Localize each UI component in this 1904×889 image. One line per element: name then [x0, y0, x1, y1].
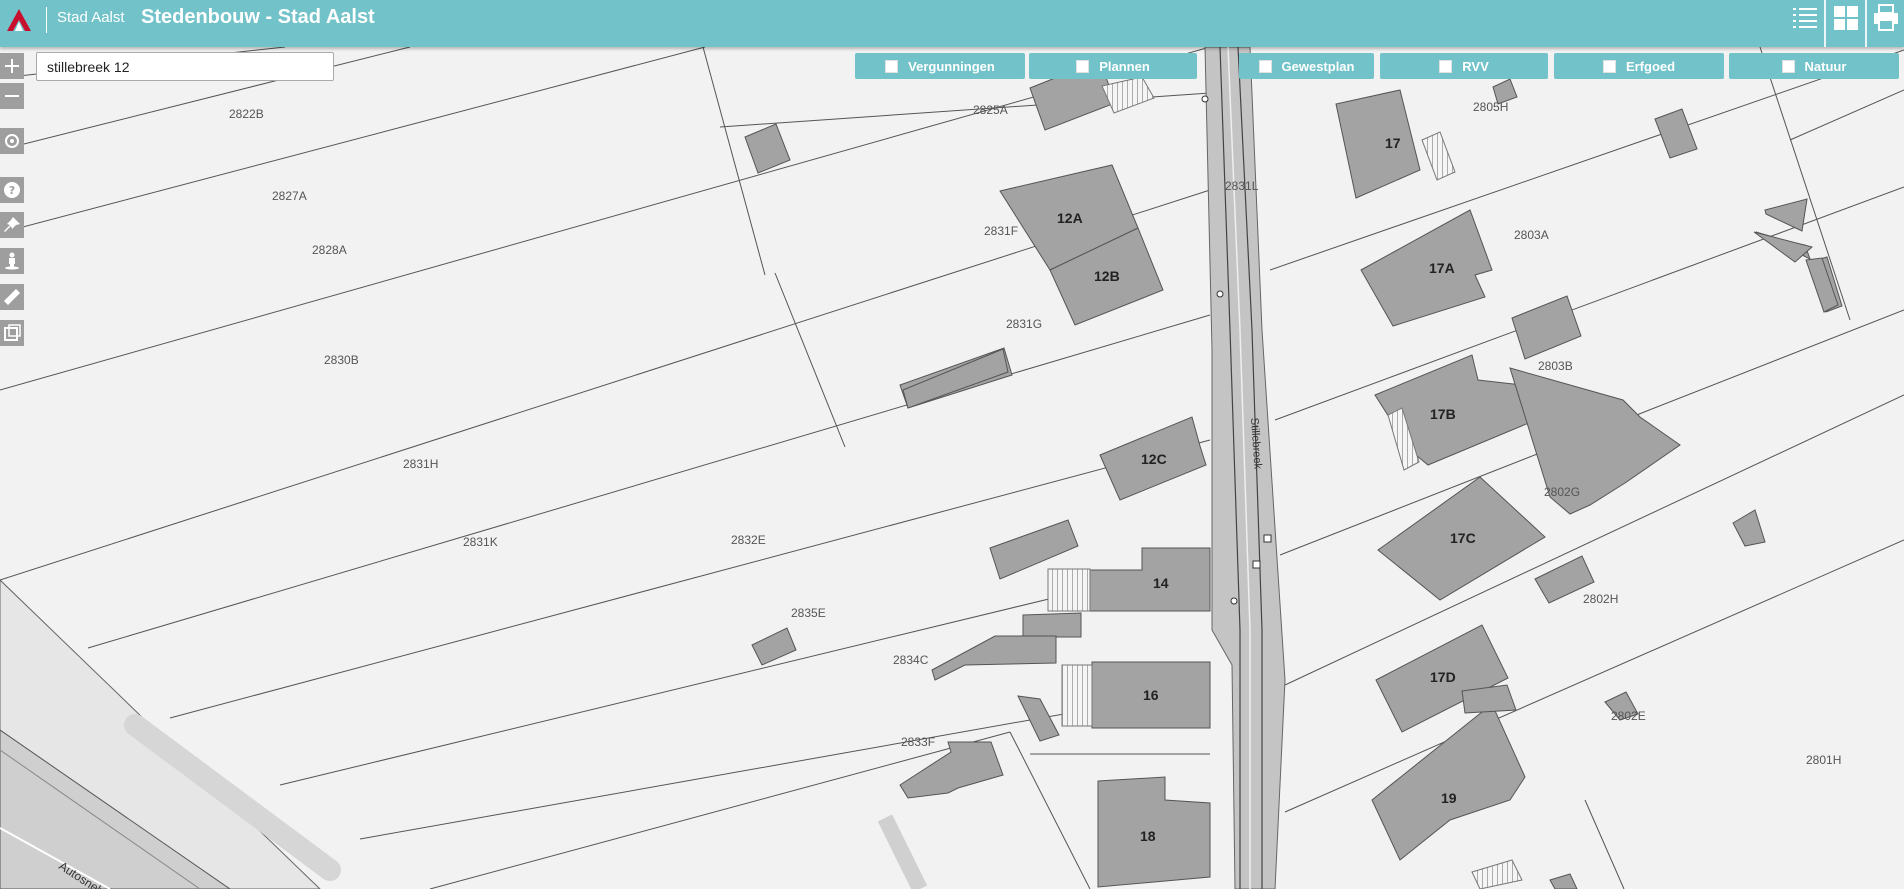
parcel-label-19: 2802E — [1611, 709, 1646, 723]
house-number-4: 16 — [1143, 687, 1159, 703]
parcel-label-4: 2831H — [403, 457, 438, 471]
street-view-button[interactable] — [0, 248, 24, 274]
locate-button[interactable] — [0, 128, 24, 154]
layer-label: Gewestplan — [1281, 58, 1355, 74]
layer-toggle-erfgoed[interactable]: Erfgoed — [1554, 53, 1724, 79]
layer-toggle-gewestplan[interactable]: Gewestplan — [1239, 53, 1374, 79]
layer-checkbox[interactable] — [1258, 59, 1272, 73]
printer-icon — [1874, 4, 1898, 31]
house-number-11: 19 — [1441, 790, 1457, 806]
parcel-label-20: 2801H — [1806, 753, 1841, 767]
parcel-label-1: 2827A — [272, 189, 307, 203]
locate-icon — [5, 134, 19, 148]
house-number-2: 12C — [1141, 451, 1167, 467]
help-icon: ? — [4, 182, 20, 198]
house-number-1: 12B — [1094, 268, 1120, 284]
parcel-label-8: 2834C — [893, 653, 929, 667]
pin-button[interactable] — [0, 212, 24, 238]
zoom-out-icon — [5, 95, 19, 97]
house-number-5: 18 — [1140, 828, 1156, 844]
house-number-9: 17C — [1450, 530, 1476, 546]
layer-checkbox[interactable] — [1781, 59, 1795, 73]
search-input[interactable] — [36, 52, 334, 81]
basemap-button[interactable] — [1828, 0, 1864, 36]
parcel-label-17: 2802G — [1544, 485, 1580, 499]
measure-button[interactable] — [0, 284, 24, 310]
parcel-label-2: 2828A — [312, 243, 347, 257]
parcel-label-13: 2831L — [1225, 179, 1259, 193]
layer-toggle-rvv[interactable]: RVV — [1380, 53, 1548, 79]
help-button[interactable]: ? — [0, 177, 24, 203]
header-separator — [46, 7, 47, 33]
grid-icon — [1834, 6, 1858, 30]
house-number-6: 17 — [1385, 135, 1401, 151]
parcel-label-16: 2803B — [1538, 359, 1573, 373]
layer-label: Plannen — [1099, 58, 1150, 74]
stad-aalst-logo-icon[interactable] — [6, 7, 32, 33]
print-button[interactable] — [1868, 0, 1904, 36]
parcel-label-12: 2831G — [1006, 317, 1042, 331]
map-svg: 2822B 2827A 2828A 2830B 2831H 2831K 2832… — [0, 0, 1904, 889]
parcel-label-14: 2805H — [1473, 100, 1508, 114]
layer-checkbox[interactable] — [885, 59, 899, 73]
parcel-label-3: 2830B — [324, 353, 359, 367]
list-icon — [1793, 8, 1817, 28]
layer-checkbox[interactable] — [1439, 59, 1453, 73]
layer-checkbox[interactable] — [1602, 59, 1616, 73]
parcel-label-18: 2802H — [1583, 592, 1618, 606]
house-number-3: 14 — [1153, 575, 1169, 591]
layer-toggle-plannen[interactable]: Plannen — [1029, 53, 1197, 79]
header-divider — [1865, 0, 1867, 47]
app-header: Stad Aalst Stedenbouw - Stad Aalst — [0, 0, 1904, 47]
measure-icon — [4, 289, 20, 305]
parcel-label-0: 2822B — [229, 107, 264, 121]
pin-icon — [4, 217, 20, 232]
parcel-label-6: 2832E — [731, 533, 766, 547]
layer-label: Vergunningen — [908, 58, 995, 74]
house-number-8: 17B — [1430, 406, 1456, 422]
layer-label: RVV — [1462, 58, 1489, 74]
zoom-in-button[interactable] — [0, 53, 24, 79]
layer-toggle-natuur[interactable]: Natuur — [1729, 53, 1899, 79]
page-title: Stedenbouw - Stad Aalst — [141, 6, 375, 28]
zoom-in-icon — [5, 59, 19, 73]
house-number-0: 12A — [1057, 210, 1083, 226]
select-area-button[interactable] — [0, 320, 24, 346]
parcel-label-10: 2825A — [973, 103, 1008, 117]
layer-label: Natuur — [1804, 58, 1847, 74]
parcel-label-15: 2803A — [1514, 228, 1549, 242]
parcel-label-5: 2831K — [463, 535, 498, 549]
layer-label: Erfgoed — [1625, 58, 1676, 74]
parcel-label-9: 2833F — [901, 735, 935, 749]
street-view-icon — [5, 252, 19, 270]
parcel-label-7: 2835E — [791, 606, 826, 620]
house-number-10: 17D — [1430, 669, 1456, 685]
map-canvas[interactable]: 2822B 2827A 2828A 2830B 2831H 2831K 2832… — [0, 0, 1904, 889]
parcel-label-11: 2831F — [984, 224, 1018, 238]
svg-text:?: ? — [9, 184, 15, 197]
header-divider — [1824, 0, 1826, 47]
house-number-7: 17A — [1429, 260, 1455, 276]
select-area-icon — [4, 324, 21, 341]
legend-list-button[interactable] — [1787, 0, 1823, 36]
zoom-out-button[interactable] — [0, 83, 24, 109]
layer-checkbox[interactable] — [1076, 59, 1090, 73]
layer-toggle-vergunningen[interactable]: Vergunningen — [855, 53, 1025, 79]
brand-name: Stad Aalst — [57, 9, 125, 26]
